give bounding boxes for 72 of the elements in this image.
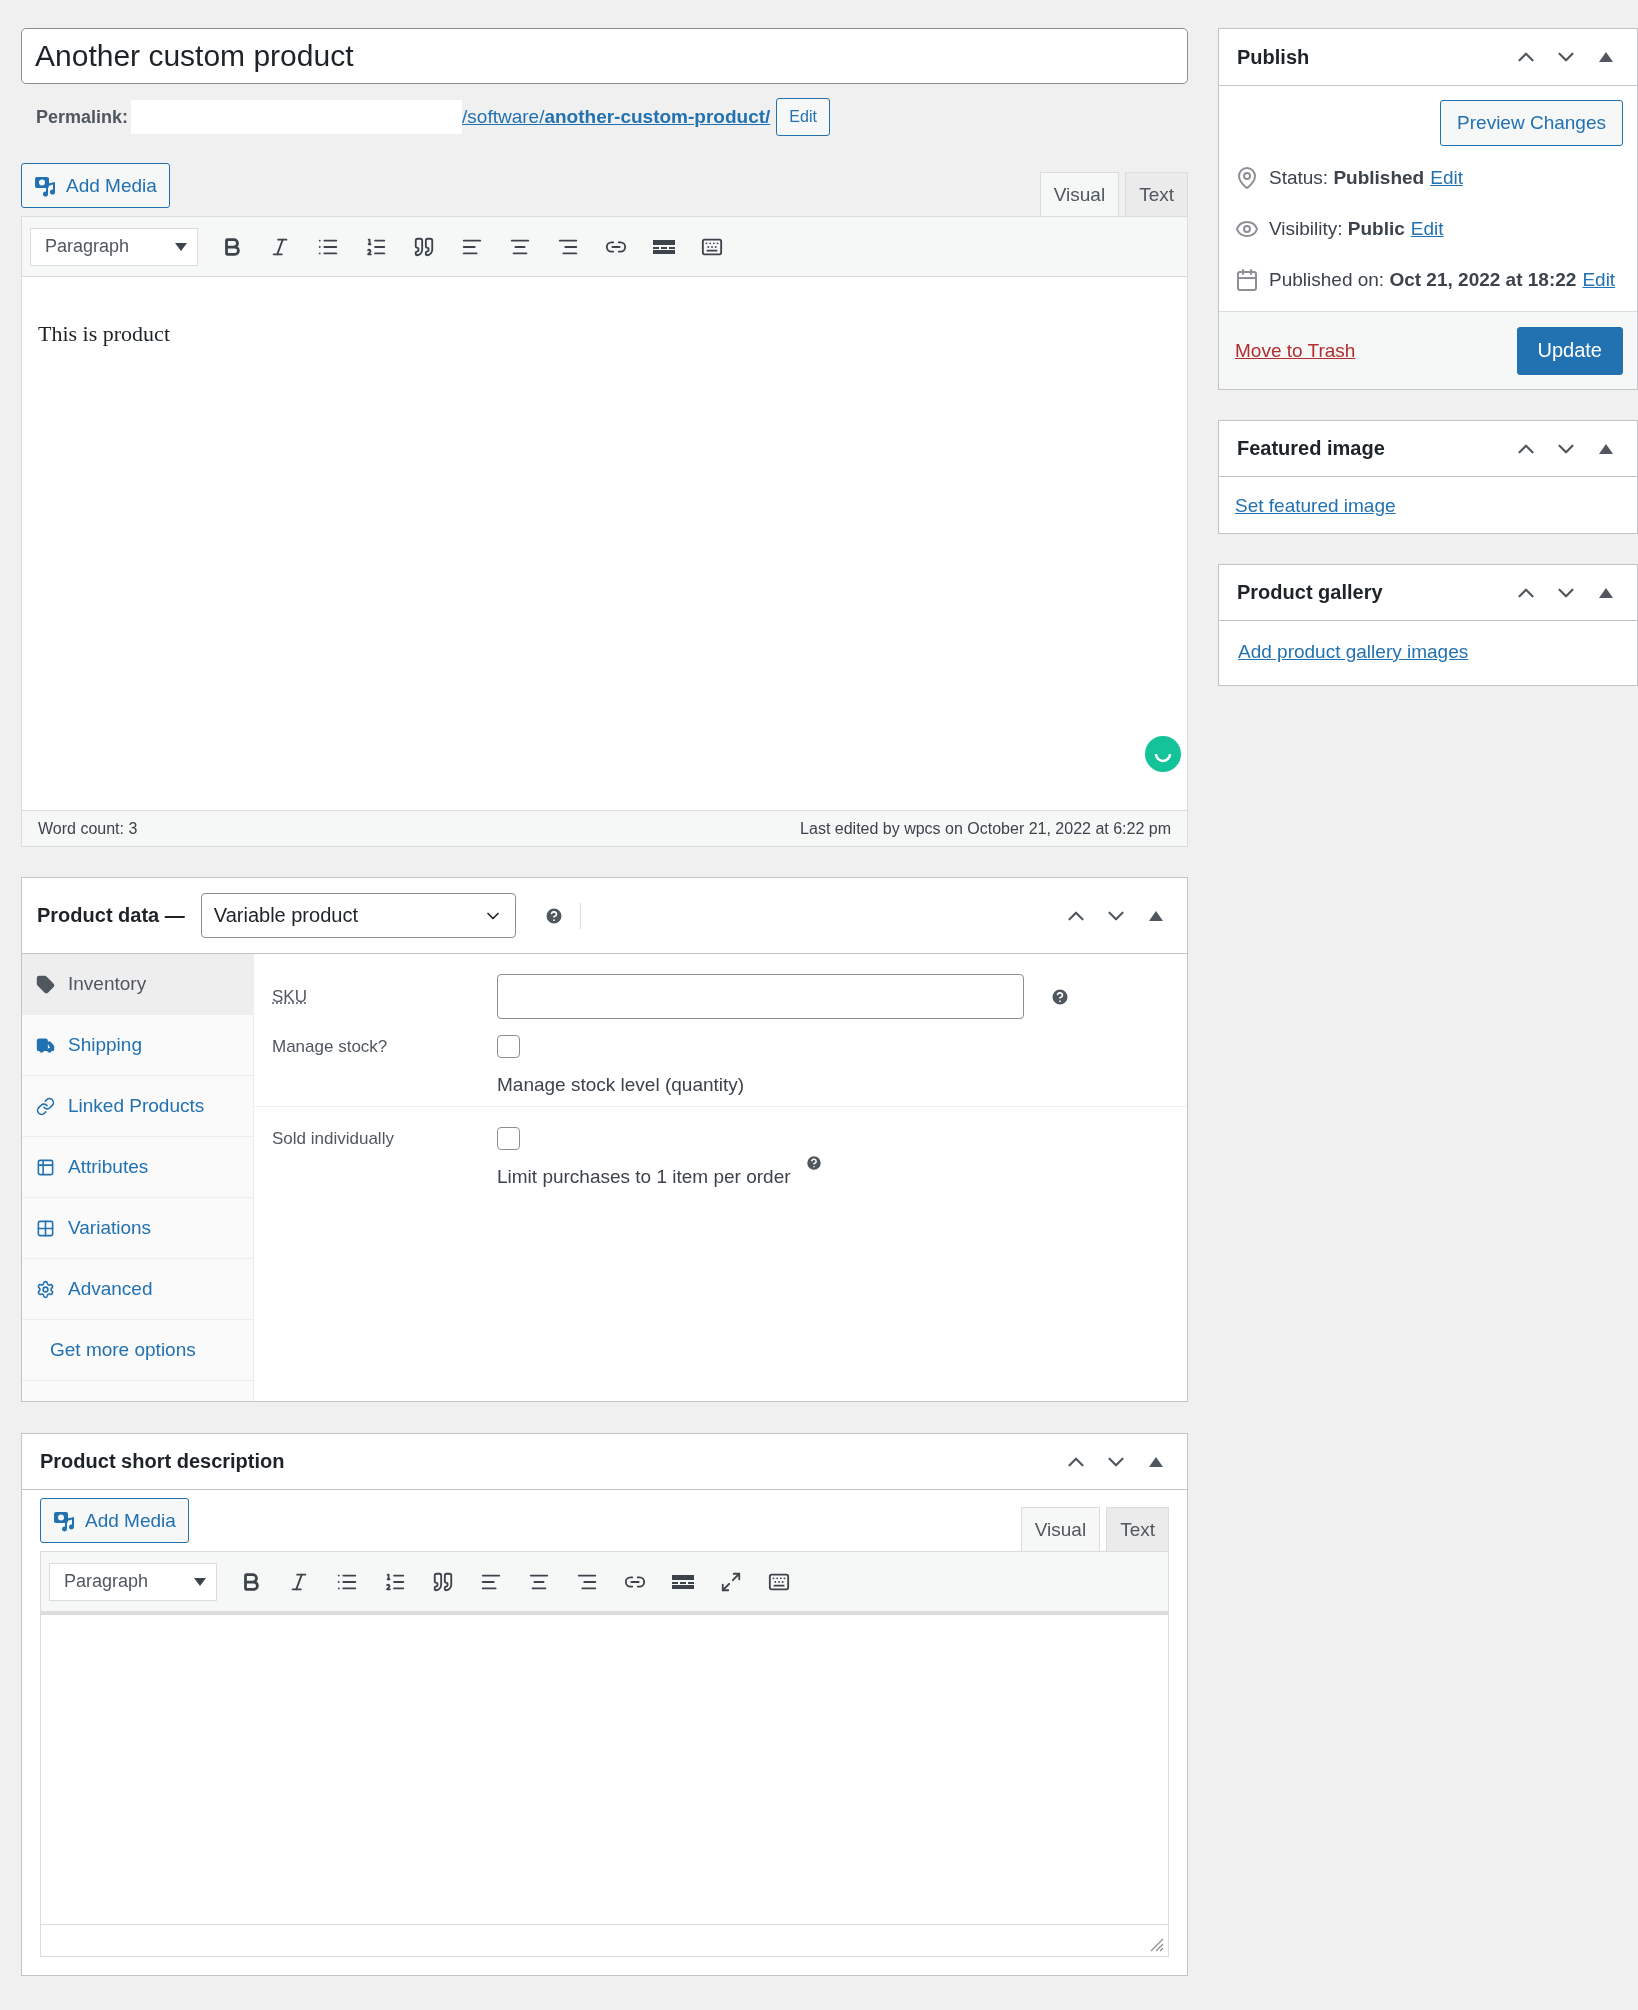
box-title: Featured image (1237, 437, 1385, 460)
edit-link[interactable]: Edit (1582, 268, 1616, 290)
truck-icon (36, 1035, 55, 1055)
move-to-trash-link[interactable]: Move to Trash (1235, 339, 1356, 362)
triangle-up-icon (1149, 1456, 1163, 1467)
product-data-tab[interactable]: Variations (22, 1198, 253, 1259)
permalink-label: Permalink: (36, 106, 129, 128)
checkbox[interactable] (497, 1127, 520, 1150)
grammarly-icon (1145, 736, 1181, 772)
help-icon (543, 905, 564, 926)
publish-info: Status: Published Edit (1269, 166, 1463, 189)
product-data-tab[interactable]: Linked Products (22, 1076, 253, 1137)
edit-permalink-button[interactable]: Edit (776, 98, 830, 136)
sku-field[interactable] (497, 974, 1024, 1019)
help-icon (1050, 986, 1070, 1007)
resize-handle-icon[interactable] (1150, 1938, 1164, 1952)
box-title: Product short description (40, 1450, 285, 1473)
link-icon (36, 1096, 55, 1116)
product-data-tab[interactable]: Get more options (22, 1320, 253, 1381)
caret-icon (194, 1577, 206, 1586)
help-icon (804, 1154, 823, 1172)
preview-changes-button[interactable]: Preview Changes (1440, 100, 1623, 146)
add-gallery-images-link[interactable]: Add product gallery images (1219, 621, 1637, 685)
set-featured-image-link[interactable]: Set featured image (1219, 477, 1637, 533)
pin-icon (1235, 165, 1259, 190)
read-more-icon (672, 1574, 694, 1589)
box-title: Product data — (37, 904, 185, 927)
fullscreen-icon (720, 1570, 742, 1593)
editor-content: This is product (38, 321, 170, 346)
tag-icon (36, 974, 55, 994)
calendar-icon (1235, 267, 1259, 292)
editor-tab[interactable]: Text (1106, 1507, 1169, 1551)
quote-icon (413, 235, 435, 258)
field-label: Sold individually (272, 1128, 395, 1149)
triangle-up-icon (1599, 443, 1613, 454)
field-label: Manage stock? (272, 1036, 389, 1057)
caret-icon (175, 242, 187, 251)
update-button[interactable]: Update (1516, 326, 1623, 375)
read-more-icon (653, 239, 675, 254)
format-select[interactable]: Paragraph (30, 227, 198, 266)
product-data-tab[interactable]: Advanced (22, 1259, 253, 1320)
product-data-tab[interactable]: Attributes (22, 1137, 253, 1198)
format-select[interactable]: Paragraph (49, 1562, 217, 1601)
grid-icon (36, 1218, 55, 1238)
edit-link[interactable]: Edit (1430, 166, 1463, 188)
box-title: Product gallery (1237, 581, 1383, 604)
gear-icon (36, 1279, 55, 1299)
add-media-button[interactable]: Add Media (40, 1498, 189, 1543)
word-count: Word count: 3 (38, 819, 138, 838)
editor-tab[interactable]: Visual (1039, 172, 1120, 216)
checkbox[interactable] (497, 1035, 520, 1058)
edit-link[interactable]: Edit (1410, 217, 1444, 239)
publish-info: Visibility: Public Edit (1269, 217, 1444, 240)
list-icon (36, 1157, 55, 1177)
quote-icon (432, 1570, 454, 1593)
product-type-select[interactable]: Variable product (200, 893, 516, 938)
product-data-tab[interactable]: Inventory (22, 954, 253, 1015)
triangle-up-icon (1599, 52, 1613, 62)
field-description: Manage stock level (quantity) (497, 1074, 746, 1096)
permalink-link[interactable]: /software/another-custom-product/ (462, 106, 771, 128)
field-label: SKU (272, 986, 308, 1007)
triangle-up-icon (1149, 910, 1163, 921)
publish-info: Published on: Oct 21, 2022 at 18:22 Edit (1269, 268, 1616, 291)
last-edited-text: Last edited by wpcs on October 21, 2022 at 6:22 pm (800, 819, 1171, 838)
field-description: Limit purchases to 1 item per order (497, 1166, 791, 1188)
product-data-tab[interactable]: Shipping (22, 1015, 253, 1076)
editor-tab[interactable]: Visual (1020, 1507, 1101, 1551)
title-field[interactable]: Another custom product (21, 28, 1188, 84)
editor-tab[interactable]: Text (1125, 172, 1188, 216)
triangle-up-icon (1599, 587, 1613, 598)
add-media-button[interactable]: Add Media (21, 163, 170, 208)
box-title: Publish (1237, 45, 1310, 69)
